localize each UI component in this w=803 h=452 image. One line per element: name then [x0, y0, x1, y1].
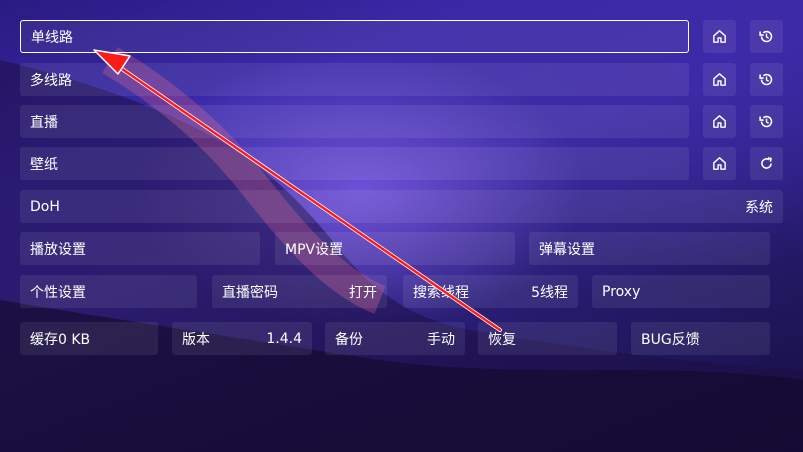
- play-settings-button[interactable]: 播放设置: [20, 232, 260, 265]
- danmaku-settings-button[interactable]: 弹幕设置: [529, 232, 770, 265]
- multi-line-home-button[interactable]: [703, 63, 736, 96]
- danmaku-settings-label: 弹幕设置: [539, 241, 595, 258]
- live-password-field[interactable]: 直播密码 打开: [212, 275, 387, 308]
- search-thread-field[interactable]: 搜索线程 5线程: [403, 275, 578, 308]
- restore-button[interactable]: 恢复: [478, 322, 617, 355]
- version-label: 版本: [182, 331, 210, 348]
- single-line-label: 单线路: [31, 29, 73, 46]
- version-field[interactable]: 版本 1.4.4: [172, 322, 312, 355]
- multi-line-field[interactable]: 多线路: [20, 63, 689, 96]
- live-home-button[interactable]: [703, 105, 736, 138]
- wallpaper-label: 壁纸: [30, 156, 58, 173]
- history-icon: [759, 115, 773, 128]
- bug-report-label: BUG反馈: [641, 331, 700, 348]
- backup-label: 备份: [335, 331, 363, 348]
- refresh-icon: [761, 157, 772, 169]
- home-icon: [713, 115, 726, 128]
- backup-field[interactable]: 备份 手动: [325, 322, 465, 355]
- multi-line-history-button[interactable]: [750, 63, 783, 96]
- bug-report-button[interactable]: BUG反馈: [631, 322, 770, 355]
- doh-field[interactable]: DoH 系统: [20, 190, 783, 223]
- home-icon: [713, 157, 726, 170]
- personal-settings-button[interactable]: 个性设置: [20, 275, 197, 308]
- home-icon: [713, 73, 726, 86]
- single-line-home-button[interactable]: [703, 20, 736, 53]
- version-value: 1.4.4: [266, 330, 302, 347]
- live-password-label: 直播密码: [222, 284, 278, 301]
- personal-settings-label: 个性设置: [30, 284, 86, 301]
- doh-value: 系统: [745, 199, 773, 216]
- history-icon: [759, 73, 773, 86]
- multi-line-label: 多线路: [30, 72, 72, 89]
- play-settings-label: 播放设置: [30, 241, 86, 258]
- single-line-field[interactable]: 单线路: [20, 20, 689, 53]
- mpv-settings-button[interactable]: MPV设置: [275, 232, 515, 265]
- search-thread-value: 5线程: [531, 284, 568, 301]
- wallpaper-field[interactable]: 壁纸: [20, 147, 689, 180]
- cache-label: 缓存0 KB: [30, 331, 91, 348]
- live-password-value: 打开: [349, 284, 377, 301]
- search-thread-label: 搜索线程: [413, 284, 469, 301]
- proxy-button[interactable]: Proxy: [592, 275, 770, 308]
- home-icon: [713, 30, 726, 43]
- single-line-history-button[interactable]: [750, 20, 783, 53]
- history-icon: [759, 30, 773, 43]
- wallpaper-refresh-button[interactable]: [750, 147, 783, 180]
- wallpaper-home-button[interactable]: [703, 147, 736, 180]
- cache-button[interactable]: 缓存0 KB: [20, 322, 158, 355]
- live-field[interactable]: 直播: [20, 105, 689, 138]
- doh-label: DoH: [30, 198, 60, 215]
- live-history-button[interactable]: [750, 105, 783, 138]
- proxy-label: Proxy: [602, 283, 641, 300]
- restore-label: 恢复: [488, 331, 516, 348]
- mpv-settings-label: MPV设置: [285, 241, 344, 258]
- live-label: 直播: [30, 114, 58, 131]
- backup-value: 手动: [427, 331, 455, 348]
